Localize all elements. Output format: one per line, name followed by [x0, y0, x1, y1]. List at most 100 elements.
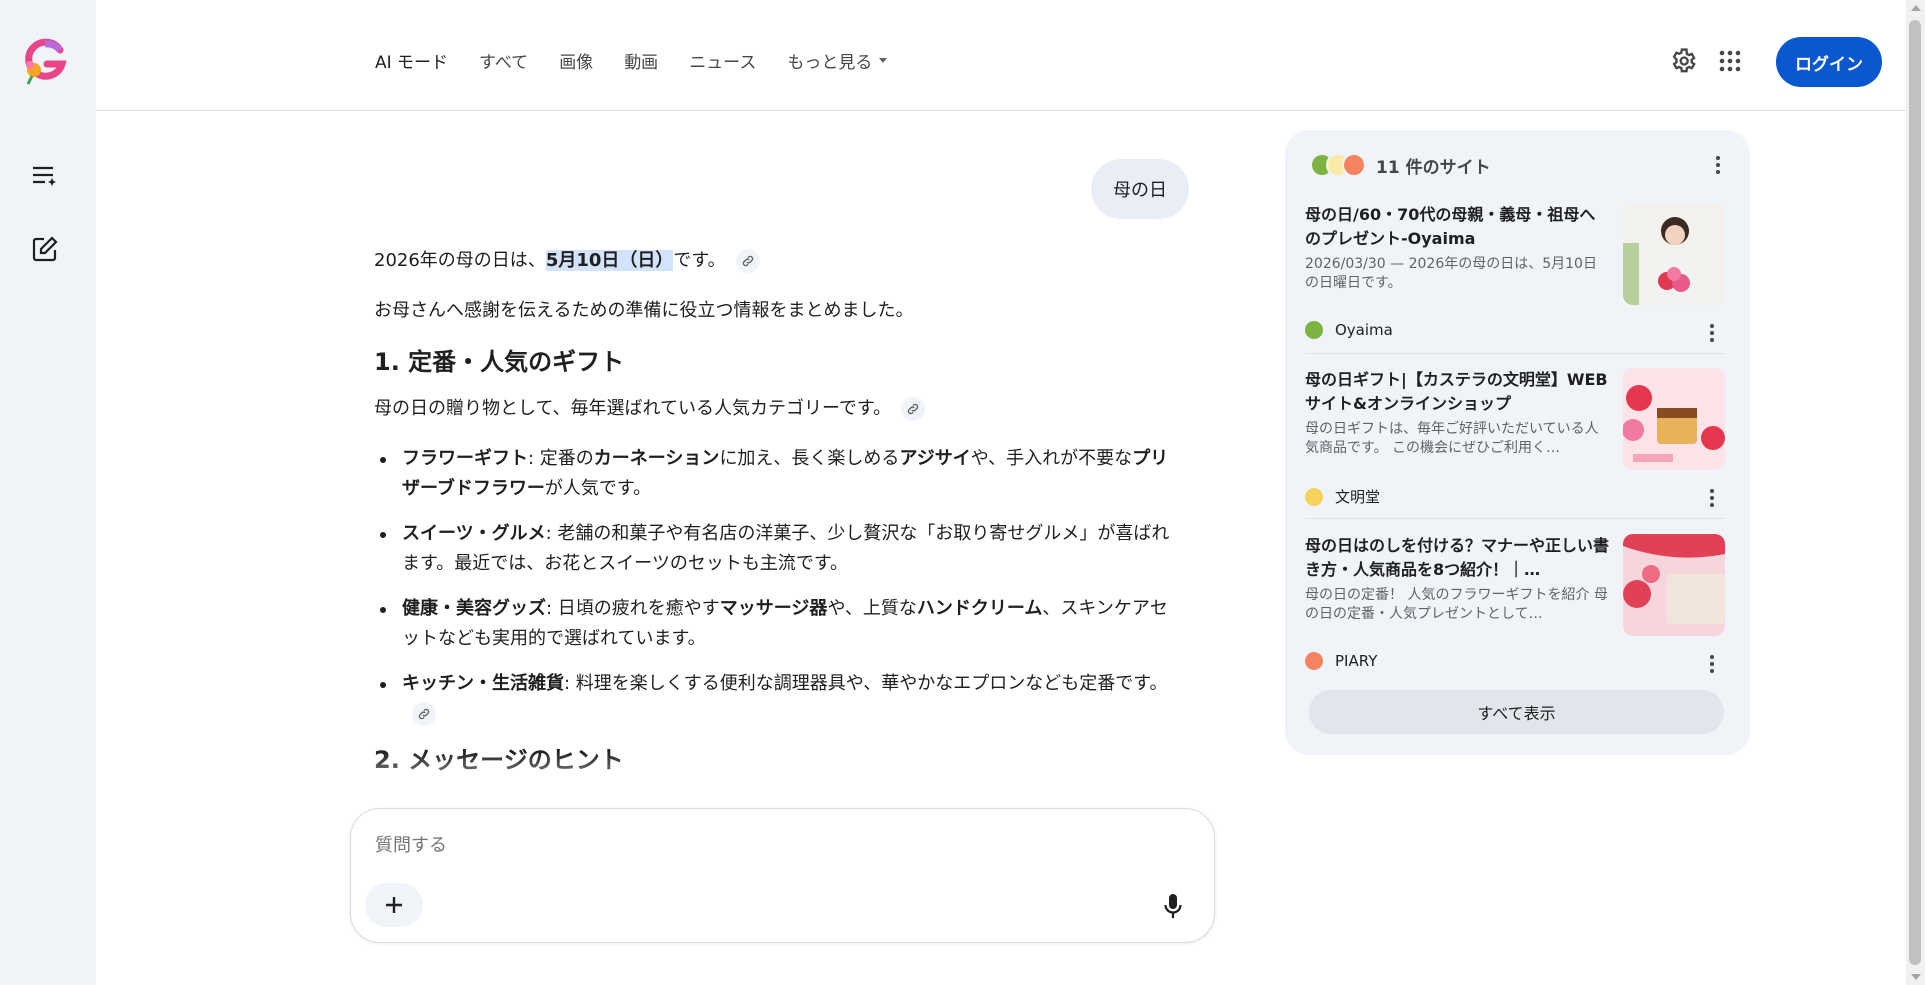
- source-card[interactable]: 母の日/60・70代の母親・義母・祖母へのプレゼント-Oyaima 2026/0…: [1305, 203, 1725, 368]
- item-bold: ハンドクリーム: [916, 598, 1043, 619]
- login-button[interactable]: ログイン: [1776, 37, 1882, 87]
- google-logo-icon[interactable]: [20, 36, 70, 86]
- source-card-snippet: 2026/03/30 — 2026年の母の日は、5月10日の日曜日です。: [1305, 256, 1597, 291]
- item-bold: マッサージ器: [719, 598, 828, 619]
- source-site-name: Oyaima: [1335, 321, 1393, 339]
- more-vert-icon[interactable]: [1702, 486, 1722, 510]
- answer-intro: 2026年の母の日は、5月10日（日）です。: [374, 246, 1184, 276]
- search-tabs: AI モード すべて 画像 動画 ニュース もっと見る: [375, 48, 918, 73]
- ai-answer: 2026年の母の日は、5月10日（日）です。 お母さんへ感謝を伝えるための準備に…: [374, 246, 1184, 792]
- item-text: や、上質な: [827, 598, 917, 619]
- source-card-site: Oyaima: [1305, 321, 1393, 339]
- source-site-name: 文明堂: [1335, 488, 1381, 506]
- scroll-fade: [374, 751, 1194, 811]
- add-button[interactable]: [365, 883, 423, 927]
- piary-favicon-icon: [1305, 652, 1323, 670]
- sources-count: 11 件のサイト: [1376, 157, 1491, 178]
- item-text: に加え、長く楽しめる: [719, 448, 900, 469]
- tab-more[interactable]: もっと見る: [787, 48, 888, 73]
- tab-label: ニュース: [689, 53, 757, 73]
- more-vert-icon[interactable]: [1702, 652, 1722, 676]
- tab-label: もっと見る: [787, 53, 873, 73]
- item-bold: アジサイ: [899, 448, 971, 469]
- caret-down-icon: [879, 58, 888, 63]
- item-text: が人気です。: [544, 478, 652, 499]
- tab-label: 動画: [624, 53, 659, 73]
- source-card[interactable]: 母の日はのしを付ける？マナーや正しい書き方・人気商品を8つ紹介！｜… 母の日の定…: [1305, 534, 1725, 699]
- tab-label: 画像: [559, 53, 594, 73]
- oyaima-favicon-icon: [1305, 321, 1323, 339]
- item-bold: カーネーション: [593, 448, 720, 469]
- divider: [1305, 353, 1725, 354]
- item-text: : 日頃の疲れを癒やす: [546, 598, 720, 619]
- intro-suffix: です。: [673, 250, 726, 271]
- tab-label: AI モード: [375, 53, 449, 73]
- divider: [1305, 518, 1725, 519]
- sources-panel: 11 件のサイト 母の日/60・70代の母親・義母・祖母へのプレゼント-Oyai…: [1285, 130, 1750, 755]
- source-card-snippet: 母の日ギフトは、毎年ご好評いただいている人気商品です。 この機会にぜひご利用く…: [1305, 421, 1599, 456]
- source-card-snippet: 母の日の定番！ 人気のフラワーギフトを紹介 母の日の定番・人気プレゼントとして…: [1305, 587, 1608, 622]
- conversation-area: 母の日 2026年の母の日は、5月10日（日）です。 お母さんへ感謝を伝えるため…: [374, 111, 1194, 811]
- piary-favicon-icon: [1342, 153, 1366, 177]
- source-card-title: 母の日はのしを付ける？マナーや正しい書き方・人気商品を8つ紹介！｜…: [1305, 536, 1610, 579]
- tab-images[interactable]: 画像: [559, 48, 593, 73]
- item-term: 健康・美容グッズ: [402, 598, 546, 619]
- scrollbar-thumb[interactable]: [1909, 20, 1921, 965]
- item-term: フラワーギフト: [402, 448, 528, 469]
- question-input[interactable]: [375, 835, 1135, 856]
- source-card-thumbnail: [1623, 203, 1725, 305]
- gift-list: フラワーギフト: 定番のカーネーションに加え、長く楽しめるアジサイや、手入れが不…: [374, 444, 1184, 729]
- page: AI モード すべて 画像 動画 ニュース もっと見る ログイン 母の日 202…: [0, 0, 1925, 985]
- item-text: や、手入れが不要な: [970, 448, 1133, 469]
- item-term: キッチン・生活雑貨: [402, 673, 564, 694]
- source-link-icon[interactable]: [901, 397, 926, 421]
- bunmeido-favicon-icon: [1305, 487, 1323, 506]
- history-list-icon[interactable]: [28, 159, 62, 193]
- source-card-site: PIARY: [1305, 652, 1377, 670]
- more-vert-icon[interactable]: [1708, 153, 1728, 177]
- top-header: AI モード すべて 画像 動画 ニュース もっと見る ログイン: [96, 0, 1906, 111]
- source-card-site: 文明堂: [1305, 486, 1380, 507]
- source-link-icon[interactable]: [412, 702, 436, 726]
- mic-icon[interactable]: [1158, 891, 1188, 921]
- source-card-thumbnail: [1623, 534, 1725, 636]
- tab-videos[interactable]: 動画: [624, 48, 658, 73]
- answer-intro-2: お母さんへ感謝を伝えるための準備に役立つ情報をまとめました。: [374, 300, 914, 321]
- section-1-lead: 母の日の贈り物として、毎年選ばれている人気カテゴリーです。: [374, 394, 1184, 424]
- tab-news[interactable]: ニュース: [689, 48, 756, 73]
- plus-icon: [386, 897, 402, 913]
- sources-header: 11 件のサイト: [1310, 150, 1491, 180]
- item-text: : 定番の: [528, 448, 594, 469]
- settings-gear-icon[interactable]: [1666, 44, 1700, 78]
- section-1-heading: 1. 定番・人気のギフト: [374, 348, 625, 376]
- list-item: キッチン・生活雑貨: 料理を楽しくする便利な調理器具や、華やかなエプロンなども定…: [380, 669, 1184, 729]
- intro-prefix: 2026年の母の日は、: [374, 250, 546, 271]
- source-card-thumbnail: [1623, 368, 1725, 470]
- list-item: フラワーギフト: 定番のカーネーションに加え、長く楽しめるアジサイや、手入れが不…: [380, 444, 1184, 504]
- tab-ai-mode[interactable]: AI モード: [375, 48, 448, 73]
- more-vert-icon[interactable]: [1702, 321, 1722, 345]
- source-site-name: PIARY: [1335, 652, 1378, 670]
- left-rail: [0, 0, 96, 985]
- list-item: スイーツ・グルメ: 老舗の和菓子や有名店の洋菓子、少し贅沢な「お取り寄せグルメ」…: [380, 519, 1184, 579]
- item-text: : 料理を楽しくする便利な調理器具や、華やかなエプロンなども定番です。: [564, 673, 1168, 694]
- page-scrollbar[interactable]: [1906, 0, 1925, 985]
- date-highlight: 5月10日（日）: [545, 250, 674, 271]
- composer: [350, 808, 1215, 943]
- source-card-title: 母の日ギフト|【カステラの文明堂】WEBサイト&オンラインショップ: [1305, 370, 1608, 413]
- source-card-title: 母の日/60・70代の母親・義母・祖母へのプレゼント-Oyaima: [1305, 205, 1596, 248]
- source-card[interactable]: 母の日ギフト|【カステラの文明堂】WEBサイト&オンラインショップ 母の日ギフト…: [1305, 368, 1725, 533]
- scroll-up-arrow-icon[interactable]: [1911, 5, 1921, 11]
- show-all-button[interactable]: すべて表示: [1309, 690, 1724, 734]
- user-query-bubble: 母の日: [1091, 159, 1189, 219]
- user-query-text: 母の日: [1113, 180, 1167, 201]
- scroll-down-arrow-icon[interactable]: [1911, 974, 1921, 980]
- tab-all[interactable]: すべて: [479, 48, 528, 73]
- item-term: スイーツ・グルメ: [402, 523, 546, 544]
- source-link-icon[interactable]: [735, 249, 760, 273]
- tab-label: すべて: [479, 53, 529, 73]
- source-favicons: [1310, 153, 1366, 177]
- apps-grid-icon[interactable]: [1713, 44, 1747, 78]
- list-item: 健康・美容グッズ: 日頃の疲れを癒やすマッサージ器や、上質なハンドクリーム、スキ…: [380, 594, 1184, 654]
- new-chat-edit-icon[interactable]: [28, 232, 62, 266]
